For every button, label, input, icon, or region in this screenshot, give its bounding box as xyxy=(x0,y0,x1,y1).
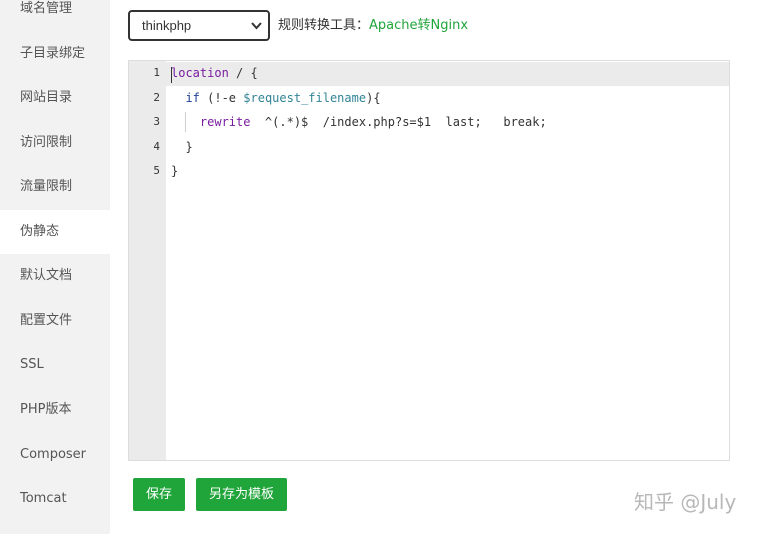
line-number: 1 xyxy=(153,66,160,79)
apache-to-nginx-link[interactable]: Apache转Nginx xyxy=(369,18,468,33)
save-as-template-button[interactable]: 另存为模板 xyxy=(196,478,287,511)
sidebar-item-subdirectory-binding[interactable]: 子目录绑定 xyxy=(0,32,110,76)
chevron-down-icon xyxy=(251,12,262,50)
watermark: 知乎 @July xyxy=(634,490,737,514)
sidebar-item-config-file[interactable]: 配置文件 xyxy=(0,299,110,343)
code-keyword: location xyxy=(171,66,229,80)
code-keyword: if xyxy=(185,91,200,105)
line-number: 5 xyxy=(153,164,160,177)
code-line: location / { xyxy=(171,66,258,80)
sidebar-item-site-directory[interactable]: 网站目录 xyxy=(0,76,110,120)
line-number: 3 xyxy=(153,115,160,128)
sidebar-item-ssl[interactable]: SSL xyxy=(0,343,110,387)
sidebar-item-rewrite[interactable]: 伪静态 xyxy=(0,210,110,254)
sidebar-item-traffic-limit[interactable]: 流量限制 xyxy=(0,165,110,209)
code-text: ^(.*)$ /index.php?s=$1 last; break; xyxy=(250,115,547,129)
indent-guide xyxy=(185,112,186,132)
sidebar-item-composer[interactable]: Composer xyxy=(0,433,110,477)
rewrite-template-select-value: thinkphp xyxy=(142,18,192,33)
code-text: ){ xyxy=(366,91,381,105)
sidebar: 域名管理 子目录绑定 网站目录 访问限制 流量限制 伪静态 默认文档 配置文件 … xyxy=(0,0,110,534)
save-button[interactable]: 保存 xyxy=(133,478,185,511)
rule-convert-label: 规则转换工具： xyxy=(278,18,370,33)
sidebar-item-default-document[interactable]: 默认文档 xyxy=(0,254,110,298)
code-text: / { xyxy=(228,66,258,80)
rule-convert-tool: 规则转换工具：Apache转Nginx xyxy=(278,10,468,41)
code-line: rewrite ^(.*)$ /index.php?s=$1 last; bre… xyxy=(171,115,547,129)
sidebar-item-tomcat[interactable]: Tomcat xyxy=(0,477,110,521)
code-line: if (!-e $request_filename){ xyxy=(171,91,381,105)
sidebar-item-domain-management[interactable]: 域名管理 xyxy=(0,0,110,31)
rewrite-template-select[interactable]: thinkphp xyxy=(128,10,270,41)
sidebar-item-access-limit[interactable]: 访问限制 xyxy=(0,121,110,165)
code-text: (!-e xyxy=(199,91,244,105)
rewrite-code-editor[interactable]: 1 2 3 4 5 location / { if (!-e $request_… xyxy=(128,60,730,461)
line-number: 2 xyxy=(153,91,160,104)
line-number: 4 xyxy=(153,140,160,153)
sidebar-item-php-version[interactable]: PHP版本 xyxy=(0,388,110,432)
code-variable: $request_filename xyxy=(243,91,367,105)
code-line: } xyxy=(171,140,193,154)
code-keyword: rewrite xyxy=(199,115,251,129)
code-line: } xyxy=(171,164,179,178)
